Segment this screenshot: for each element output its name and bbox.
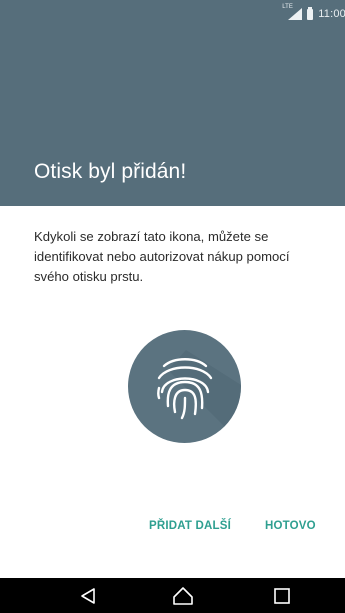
fingerprint-icon bbox=[157, 358, 213, 420]
status-icons: LTE 11:00 bbox=[282, 4, 345, 22]
status-time: 11:00 bbox=[318, 8, 345, 20]
action-bar: PŘIDAT DALŠÍ HOTOVO bbox=[0, 520, 345, 550]
home-icon[interactable] bbox=[171, 586, 195, 606]
battery-icon bbox=[307, 6, 314, 20]
back-icon[interactable] bbox=[76, 586, 100, 606]
recent-apps-icon[interactable] bbox=[270, 586, 294, 606]
network-type-label: LTE bbox=[282, 4, 293, 10]
navigation-bar bbox=[0, 578, 345, 613]
add-more-button[interactable]: PŘIDAT DALŠÍ bbox=[149, 520, 231, 532]
status-bar: LTE 11:00 bbox=[0, 0, 345, 28]
page-title: Otisk byl přidán! bbox=[34, 160, 187, 183]
description-text: Kdykoli se zobrazí tato ikona, můžete se… bbox=[34, 229, 290, 284]
signal-icon: LTE bbox=[282, 4, 303, 20]
fingerprint-badge bbox=[128, 330, 241, 443]
done-button[interactable]: HOTOVO bbox=[265, 520, 316, 532]
header-banner: LTE 11:00 Otisk byl přidán! bbox=[0, 0, 345, 206]
